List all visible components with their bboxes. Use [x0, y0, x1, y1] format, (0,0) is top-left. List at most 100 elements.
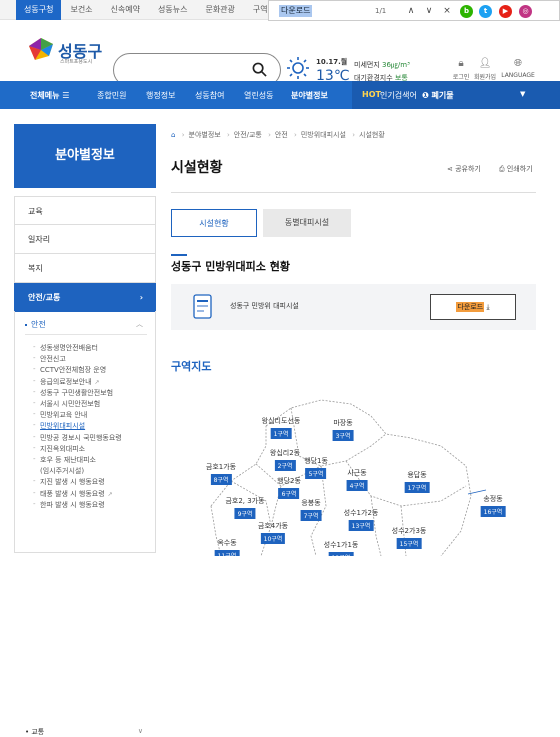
breadcrumb-current: 시설현황: [359, 131, 385, 139]
breadcrumb-field-info[interactable]: 분야별정보: [189, 131, 221, 139]
section-accent: [171, 254, 187, 256]
nav-open-seongdong[interactable]: 열린성동: [244, 90, 273, 101]
side-menu: 분야별정보 교육 일자리 복지 안전/교통 › 안전 ︿ - 성동생명안전배움터 -…: [14, 124, 156, 736]
breadcrumb-safety[interactable]: 안전: [275, 131, 288, 139]
youtube-icon[interactable]: ▶: [499, 5, 512, 18]
side-menu-education[interactable]: 교육: [14, 196, 156, 225]
tab-culture-tourism[interactable]: 문화관광: [196, 0, 243, 20]
blog-icon[interactable]: b: [460, 5, 473, 18]
district-zone-badge: 1구역: [270, 428, 292, 439]
nav-civil-service[interactable]: 종합민원: [97, 90, 126, 101]
submenu-item[interactable]: - 성동구 구민생활안전보험: [33, 388, 113, 398]
submenu-item-label: 성동생명안전배움터: [40, 344, 98, 352]
submenu-item[interactable]: - 민방위교육 안내: [33, 410, 87, 420]
print-label: 인쇄하기: [506, 165, 533, 173]
tab-quick-reservation[interactable]: 신속예약: [102, 0, 149, 20]
header: 성동구 스마트포용도시 10.17.월 13℃ 미세먼지 36㎍/m³ 대기환경…: [0, 20, 560, 87]
language-link[interactable]: 🌐︎ LANGUAGE: [498, 58, 538, 79]
district-name: 송정동: [483, 495, 503, 503]
submenu-item[interactable]: - 태풍 발생 시 행동요령 ↗: [33, 489, 113, 499]
district-label[interactable]: 마장동 3구역: [332, 418, 354, 441]
find-close-icon[interactable]: ×: [441, 6, 453, 16]
district-label[interactable]: 옥수동 11구역: [214, 538, 240, 556]
find-prev-icon[interactable]: ∧: [405, 6, 417, 16]
hot-dropdown-icon[interactable]: ▼: [520, 90, 525, 98]
district-label[interactable]: 응봉동 7구역: [300, 498, 322, 521]
bullet-dash: -: [33, 354, 36, 363]
bullet-dash: -: [33, 443, 36, 452]
print-button[interactable]: ⎙ 인쇄하기: [499, 164, 533, 174]
submenu-item[interactable]: - 민방공 경보시 국민행동요령: [33, 433, 122, 443]
district-label[interactable]: 행당2동 6구역: [277, 476, 301, 499]
search-icon[interactable]: [252, 62, 267, 77]
submenu-safety[interactable]: 안전: [25, 319, 46, 330]
hot-keywords[interactable]: HOT 인기검색어 ❶ 폐기물 ▼: [352, 81, 560, 109]
district-label[interactable]: 왕십리2동 2구역: [270, 448, 300, 471]
submenu-item[interactable]: - 지진옥외대피소: [33, 444, 85, 454]
submenu-item[interactable]: - 지진 발생 시 행동요령: [33, 477, 105, 487]
seongdong-logo-icon[interactable]: [25, 36, 57, 64]
side-menu-welfare[interactable]: 복지: [14, 254, 156, 283]
bullet-dash: -: [33, 365, 36, 374]
district-label[interactable]: 송정동 16구역: [480, 494, 506, 517]
district-label[interactable]: 성수1가2동 13구역: [344, 508, 378, 531]
share-button[interactable]: ⋖ 공유하기: [447, 164, 481, 174]
instagram-icon[interactable]: ◎: [519, 5, 532, 18]
district-label[interactable]: 왕십리도선동 1구역: [262, 416, 300, 439]
expand-icon[interactable]: ∨: [138, 727, 143, 735]
bullet-dash: -: [33, 376, 36, 385]
district-label[interactable]: 행당1동 5구역: [304, 456, 328, 479]
submenu-item[interactable]: - 응급의료정보안내 ↗: [33, 377, 100, 387]
submenu-item[interactable]: (임시주거시설): [40, 466, 84, 476]
tab-seongdong[interactable]: 성동구청: [16, 0, 62, 20]
nav-field-info[interactable]: 분야별정보: [291, 90, 328, 101]
breadcrumb-safety-traffic[interactable]: 안전/교통: [234, 131, 262, 139]
submenu-item[interactable]: - 안전신고: [33, 354, 66, 364]
hot-keyword-item[interactable]: ❶ 폐기물: [422, 90, 454, 101]
find-input[interactable]: 다운로드: [279, 4, 313, 17]
find-next-icon[interactable]: ∨: [423, 6, 435, 16]
district-label[interactable]: 금호1가동 8구역: [206, 462, 236, 485]
district-label[interactable]: 용답동 17구역: [404, 470, 430, 493]
tab-facility-status[interactable]: 시설현황: [171, 209, 257, 237]
bullet-dash: -: [33, 399, 36, 407]
side-submenu: 안전 ︿ - 성동생명안전배움터 - 안전신고 - CCTV안전체험장 운영 - 응급의료정보…: [14, 311, 156, 736]
tab-health-center[interactable]: 보건소: [61, 0, 101, 20]
submenu-item[interactable]: - 성동생명안전배움터: [33, 343, 98, 353]
download-label: 다운로드: [456, 302, 485, 312]
submenu-safety-label: 안전: [31, 320, 46, 329]
submenu-item[interactable]: - 호우 등 재난대피소: [33, 455, 96, 465]
home-icon[interactable]: ⌂: [171, 131, 175, 139]
district-name: 금호1가동: [205, 463, 237, 471]
district-label[interactable]: 사근동 4구역: [346, 468, 368, 491]
nav-all-menu[interactable]: 전체메뉴 ☰: [30, 90, 69, 101]
submenu-item[interactable]: - 한파 발생 시 행동요령: [33, 500, 105, 510]
collapse-icon[interactable]: ︿: [136, 319, 143, 329]
language-label: LANGUAGE: [501, 72, 535, 79]
twitter-icon[interactable]: t: [479, 5, 492, 18]
submenu-item-label: 안전신고: [40, 355, 66, 364]
tab-news[interactable]: 성동뉴스: [149, 0, 196, 20]
tab-shelters-by-dong[interactable]: 동별대피시설: [263, 209, 351, 237]
district-label[interactable]: 성수2가3동 15구역: [392, 526, 426, 549]
submenu-traffic[interactable]: • 교통: [25, 727, 44, 737]
side-menu-jobs[interactable]: 일자리: [14, 225, 156, 254]
submenu-item-label: 응급의료정보안내: [40, 377, 92, 386]
download-button[interactable]: 다운로드 ⤓: [430, 294, 516, 320]
nav-administration[interactable]: 행정정보: [146, 90, 175, 101]
submenu-item[interactable]: - CCTV안전체험장 운영: [33, 365, 106, 375]
district-label[interactable]: 금호4가동 10구역: [258, 521, 288, 544]
bullet-icon: [25, 323, 27, 326]
breadcrumb-shelters[interactable]: 민방위대피시설: [301, 131, 346, 139]
submenu-item[interactable]: - 서울시 시민안전보험: [33, 399, 100, 409]
side-menu-safety-traffic[interactable]: 안전/교통 ›: [14, 283, 156, 312]
bullet-dash: -: [33, 455, 36, 463]
submenu-item-label: 호우 등 재난대피소: [40, 456, 96, 464]
district-label[interactable]: 성수1가1동12구역: [324, 540, 358, 556]
submenu-item[interactable]: - 민방위대피시설: [33, 421, 85, 431]
nav-participation[interactable]: 성동참여: [195, 90, 224, 101]
share-label: 공유하기: [455, 165, 481, 173]
district-name: 마장동: [333, 419, 353, 427]
district-label[interactable]: 금호2, 3가동 9구역: [225, 496, 265, 519]
divider: [171, 192, 536, 193]
